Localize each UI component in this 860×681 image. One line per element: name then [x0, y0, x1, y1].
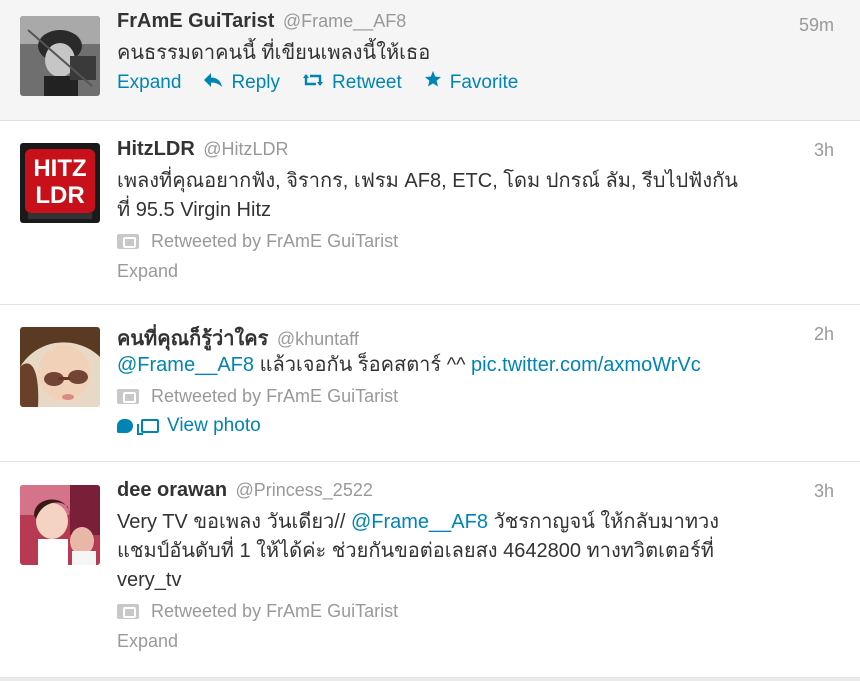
avatar-photo — [20, 327, 100, 407]
avatar-photo — [20, 16, 100, 96]
tweet-text-line-2: แชมป์อันดับที่ 1 ให้ได้ค่ะ ช่วยกันขอต่อเ… — [117, 540, 714, 562]
retweeted-by: Retweeted by FrAmE GuiTarist — [117, 596, 834, 626]
view-photo-link[interactable]: View photo — [117, 411, 261, 441]
tweet-content: dee orawan @Princess_2522 3h Very TV ขอเ… — [117, 479, 834, 656]
tweet-item[interactable]: คนที่คุณก็รู้ว่าใคร @khuntaff 2h @Frame_… — [0, 305, 860, 462]
expand-link[interactable]: Expand — [117, 68, 181, 98]
view-photo-label: View photo — [167, 415, 261, 436]
tweet-text: @Frame__AF8 แล้วเจอกัน ร็อคสตาร์ ^^ pic.… — [117, 351, 834, 380]
retweet-small-icon — [117, 233, 139, 249]
tweet-item[interactable]: FrAmE GuiTarist @Frame__AF8 59m คนธรรมดา… — [0, 0, 860, 121]
retweet-icon — [302, 68, 324, 98]
expand-link[interactable]: Expand — [117, 626, 834, 656]
retweeted-by: Retweeted by FrAmE GuiTarist — [117, 381, 834, 411]
favorite-button[interactable]: Favorite — [424, 68, 519, 98]
tweet-content: คนที่คุณก็รู้ว่าใคร @khuntaff 2h @Frame_… — [117, 322, 834, 441]
avatar[interactable] — [20, 16, 100, 96]
tweet-header: HitzLDR @HitzLDR 3h — [117, 138, 834, 167]
reply-label: Reply — [231, 72, 281, 93]
tweet-username[interactable]: @HitzLDR — [203, 139, 288, 159]
avatar[interactable] — [20, 485, 100, 565]
tweet-header: คนที่คุณก็รู้ว่าใคร @khuntaff 2h — [117, 322, 834, 351]
retweet-button[interactable]: Retweet — [302, 68, 402, 98]
retweet-small-icon — [117, 603, 139, 619]
tweet-username[interactable]: @khuntaff — [277, 329, 359, 349]
tweet-content: HitzLDR @HitzLDR 3h เพลงที่คุณอยากฟัง, จ… — [117, 138, 834, 286]
tweet-content: FrAmE GuiTarist @Frame__AF8 59m คนธรรมดา… — [117, 10, 834, 98]
pic-link[interactable]: pic.twitter.com/axmoWrVc — [471, 354, 701, 376]
expand-link[interactable]: Expand — [117, 256, 834, 286]
tweet-text-line-1: Very TV ขอเพลง วันเดียว// @Frame__AF8 วั… — [117, 508, 834, 537]
mention-link[interactable]: @Frame__AF8 — [117, 354, 254, 376]
tweet-item[interactable]: dee orawan @Princess_2522 3h Very TV ขอเ… — [0, 462, 860, 678]
tweet-timestamp[interactable]: 3h — [814, 140, 834, 161]
tweet-item[interactable]: HITZ LDR HitzLDR @HitzLDR 3h เพลงที่คุณอ… — [0, 121, 860, 305]
avatar[interactable] — [20, 327, 100, 407]
tweet-header: dee orawan @Princess_2522 3h — [117, 479, 834, 508]
tweet-text-line-1: เพลงที่คุณอยากฟัง, จิรากร, เฟรม AF8, ETC… — [117, 170, 738, 192]
tweet-timestamp[interactable]: 2h — [814, 324, 834, 345]
tweet-text-after-mention: วัชรกาญจน์ ให้กลับมาทวง — [487, 511, 720, 533]
avatar[interactable]: HITZ LDR — [20, 143, 100, 223]
tweet-text: คนธรรมดาคนนี้ ที่เขียนเพลงนี้ให้เธอ — [117, 42, 431, 64]
tweet-fullname[interactable]: FrAmE GuiTarist — [117, 10, 274, 32]
tweet-username[interactable]: @Frame__AF8 — [283, 11, 406, 31]
photo-icon — [137, 419, 159, 435]
speech-bubble-icon — [117, 419, 133, 433]
tweet-actions: Expand Reply Retweet Favorite — [117, 68, 834, 98]
mention-link[interactable]: @Frame__AF8 — [351, 511, 488, 533]
tweet-fullname[interactable]: คนที่คุณก็รู้ว่าใคร — [117, 328, 268, 350]
favorite-label: Favorite — [449, 72, 519, 93]
tweet-fullname[interactable]: HitzLDR — [117, 138, 195, 160]
tweet-text-middle: แล้วเจอกัน ร็อคสตาร์ ^^ — [254, 354, 472, 376]
tweet-timestamp[interactable]: 3h — [814, 481, 834, 502]
retweeted-by-label[interactable]: Retweeted by FrAmE GuiTarist — [151, 596, 398, 626]
tweet-timeline: FrAmE GuiTarist @Frame__AF8 59m คนธรรมดา… — [0, 0, 860, 681]
avatar-logo-text-top: HITZ — [33, 155, 86, 182]
avatar-logo-text-bottom: LDR — [35, 182, 84, 209]
tweet-text-line-3: very_tv — [117, 569, 182, 591]
avatar-photo — [20, 485, 100, 565]
star-icon — [424, 68, 442, 98]
retweet-small-icon — [117, 388, 139, 404]
retweeted-by-label[interactable]: Retweeted by FrAmE GuiTarist — [151, 381, 398, 411]
tweet-username[interactable]: @Princess_2522 — [236, 480, 373, 500]
retweeted-by-label[interactable]: Retweeted by FrAmE GuiTarist — [151, 226, 398, 256]
retweet-label: Retweet — [332, 72, 402, 93]
reply-button[interactable]: Reply — [203, 68, 280, 98]
tweet-timestamp[interactable]: 59m — [799, 15, 834, 36]
tweet-header: FrAmE GuiTarist @Frame__AF8 59m — [117, 10, 834, 39]
tweet-fullname[interactable]: dee orawan — [117, 479, 227, 501]
tweet-text-line-2: ที่ 95.5 Virgin Hitz — [117, 199, 271, 221]
expand-label: Expand — [117, 72, 182, 93]
reply-arrow-icon — [203, 68, 223, 98]
hitz-ldr-logo: HITZ LDR — [20, 143, 100, 223]
retweeted-by: Retweeted by FrAmE GuiTarist — [117, 226, 834, 256]
tweet-text-start: Very TV ขอเพลง วันเดียว// — [117, 511, 351, 533]
